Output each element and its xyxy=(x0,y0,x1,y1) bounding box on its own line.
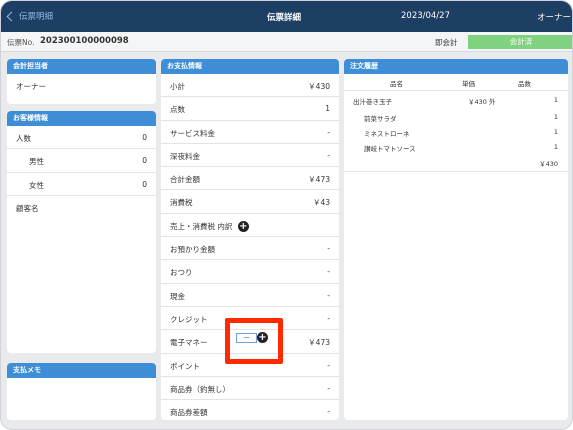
customer-info-header: お客様情報 xyxy=(7,111,156,126)
slip-number: 202300100000098 xyxy=(40,36,129,46)
expand-plus-icon[interactable]: + xyxy=(237,221,249,233)
order-total-row: ￥430 xyxy=(344,156,568,172)
row-value: - xyxy=(327,290,330,300)
gift-voucher-row[interactable]: 商品券（釣無し） - xyxy=(161,377,339,401)
order-subitem-row: 讃岐トマトソース 1 xyxy=(344,141,568,154)
payment-info-header: お支払情報 xyxy=(161,59,339,74)
gift-voucher-diff-row[interactable]: 商品券差額 - xyxy=(161,400,339,420)
tax-breakdown-row[interactable]: 売上・消費税 内訳 + xyxy=(161,214,339,238)
order-subitem-row: ミネストローネ 1 xyxy=(344,126,568,139)
accountant-row[interactable]: オーナー xyxy=(7,74,156,97)
subtotal-row: 小計 ￥430 xyxy=(161,74,339,98)
row-value: 0 xyxy=(142,156,147,166)
highlight-annotation-box xyxy=(225,318,283,364)
cash-row[interactable]: 現金 - xyxy=(161,284,339,307)
row-label: 商品券（釣無し） xyxy=(170,384,230,394)
order-item-row[interactable]: 出汁巻き玉子 ￥430 外 1 xyxy=(344,94,568,107)
slip-date: 2023/04/27 xyxy=(401,11,450,21)
item-name: 出汁巻き玉子 xyxy=(353,98,392,106)
row-value: - xyxy=(327,150,330,160)
row-value: ￥473 xyxy=(308,338,330,348)
order-history-header: 注文履歴 xyxy=(344,59,568,74)
slip-number-label: 伝票No. xyxy=(7,38,35,47)
row-label: クレジット xyxy=(170,314,208,324)
row-value: - xyxy=(327,244,330,254)
received-amount-row: お預かり金額 - xyxy=(161,237,339,261)
row-label: 消費税 xyxy=(170,198,193,208)
row-label: 男性 xyxy=(29,157,44,167)
row-value: - xyxy=(327,383,330,393)
back-button-label: 伝票明細 xyxy=(19,12,54,22)
row-label: 女性 xyxy=(29,180,44,190)
row-value: 0 xyxy=(142,179,147,189)
row-value: - xyxy=(327,360,330,370)
back-button[interactable]: 伝票明細 xyxy=(5,10,53,22)
subitem-qty: 1 xyxy=(553,143,558,151)
subitem-name: 前菜サラダ xyxy=(364,115,397,123)
item-qty: 1 xyxy=(553,96,558,104)
item-count-row: 点数 1 xyxy=(161,97,339,121)
change-row: おつり - xyxy=(161,260,339,284)
row-label: 合計金額 xyxy=(170,175,200,185)
accountant-panel-header: 会計担当者 xyxy=(7,59,156,74)
paid-status-button[interactable]: 会計済 xyxy=(468,35,572,49)
payment-info-panel: お支払情報 小計 ￥430 点数 1 サービス料金 - 深夜料金 - 合計金額 ￥473 … xyxy=(161,59,339,420)
row-label: 深夜料金 xyxy=(170,151,200,161)
row-value: - xyxy=(327,267,330,277)
row-value: 1 xyxy=(325,104,330,114)
top-navigation-bar: 伝票明細 伝票詳細 2023/04/27 オーナー xyxy=(1,1,572,32)
chevron-left-icon xyxy=(6,11,17,21)
order-total: ￥430 xyxy=(539,160,558,168)
immediate-checkout-label: 即会計 xyxy=(435,38,458,47)
accountant-name: オーナー xyxy=(16,82,46,91)
row-label: 人数 xyxy=(16,134,31,143)
customer-count-row[interactable]: 人数 0 xyxy=(7,126,156,150)
order-column-header-row: 品名 単価 品数 xyxy=(344,74,568,91)
order-history-panel: 注文履歴 品名 単価 品数 出汁巻き玉子 ￥430 外 1 前菜サラダ 1 ミネ… xyxy=(344,59,568,420)
order-subitem-row: 前菜サラダ 1 xyxy=(344,111,568,124)
app-window: 伝票明細 伝票詳細 2023/04/27 オーナー 伝票No. 20230010… xyxy=(0,0,573,430)
row-label: 電子マネー xyxy=(170,338,208,348)
subitem-name: 讃岐トマトソース xyxy=(364,145,416,153)
row-label: ポイント xyxy=(170,361,200,371)
payment-memo-panel[interactable]: 支払メモ xyxy=(7,363,156,420)
customer-info-panel: お客様情報 人数 0 男性 0 女性 0 顧客名 xyxy=(7,111,156,353)
column-header-qty: 品数 xyxy=(518,80,531,88)
total-amount-row: 合計金額 ￥473 xyxy=(161,167,339,191)
row-value: ￥430 xyxy=(308,82,330,91)
subitem-qty: 1 xyxy=(553,113,558,121)
row-label: お預かり金額 xyxy=(170,245,215,255)
column-header-price: 単価 xyxy=(462,80,475,88)
service-charge-row: サービス料金 - xyxy=(161,121,339,144)
row-value: 0 xyxy=(142,133,147,142)
consumption-tax-row: 消費税 ￥43 xyxy=(161,190,339,214)
row-label: 小計 xyxy=(170,82,185,91)
row-value: - xyxy=(327,407,330,417)
customer-female-row[interactable]: 女性 0 xyxy=(7,173,156,196)
row-label: 売上・消費税 内訳 xyxy=(170,221,233,231)
user-name: オーナー xyxy=(536,13,571,23)
row-label: サービス料金 xyxy=(170,128,215,138)
row-value: ￥43 xyxy=(312,198,330,208)
row-label: おつり xyxy=(170,268,193,278)
payment-memo-header: 支払メモ xyxy=(7,363,156,378)
late-night-charge-row: 深夜料金 - xyxy=(161,144,339,168)
row-value: - xyxy=(327,127,330,137)
row-label: 商品券差額 xyxy=(170,408,208,418)
row-value: - xyxy=(327,313,330,323)
accountant-panel: 会計担当者 オーナー xyxy=(7,59,156,104)
column-header-name: 品名 xyxy=(390,80,403,88)
subitem-name: ミネストローネ xyxy=(364,130,410,138)
customer-name-row[interactable]: 顧客名 xyxy=(7,196,156,219)
customer-male-row[interactable]: 男性 0 xyxy=(7,149,156,173)
row-label: 現金 xyxy=(170,291,185,301)
subitem-qty: 1 xyxy=(553,128,558,136)
row-label: 顧客名 xyxy=(16,203,39,213)
row-label: 点数 xyxy=(170,105,185,115)
page-title: 伝票詳細 xyxy=(267,13,302,23)
row-label-group: 売上・消費税 内訳 + xyxy=(170,221,249,233)
slip-info-bar: 伝票No. 202300100000098 即会計 会計済 xyxy=(1,32,572,52)
item-price: ￥430 外 xyxy=(468,98,496,106)
row-value: ￥473 xyxy=(308,175,330,185)
